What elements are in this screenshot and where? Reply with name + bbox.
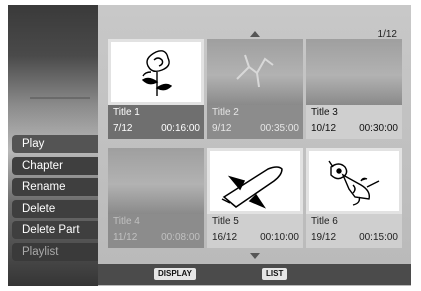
thumbnail-grid: Title 1 7/12 00:16:00 Title 2 9/12 00:35… xyxy=(108,39,403,249)
title-duration: 00:10:00 xyxy=(260,232,299,243)
title-index: 10/12 xyxy=(311,123,337,134)
display-button[interactable]: DISPLAY xyxy=(154,268,196,280)
title-tile[interactable]: Title 4 11/12 00:08:00 xyxy=(108,148,204,248)
title-meta: Title 1 7/12 00:16:00 xyxy=(108,105,204,139)
dog-icon xyxy=(306,148,402,214)
title-index: 9/12 xyxy=(212,123,232,134)
title-duration: 00:30:00 xyxy=(359,123,398,134)
shuttle-icon xyxy=(207,148,303,214)
context-menu: Play Chapter Rename Delete Delete Part P… xyxy=(12,135,98,264)
title-duration: 00:16:00 xyxy=(161,123,200,134)
title-duration: 00:15:00 xyxy=(359,232,398,243)
title-name: Title 4 xyxy=(113,216,140,227)
title-index: 16/12 xyxy=(212,232,238,243)
list-button[interactable]: LIST xyxy=(262,268,288,280)
blank-icon xyxy=(108,148,204,214)
title-tile[interactable]: Title 3 10/12 00:30:00 xyxy=(306,39,402,139)
footer-bar: DISPLAY LIST xyxy=(98,264,411,285)
title-index: 19/12 xyxy=(311,232,337,243)
title-meta: Title 6 19/12 00:15:00 xyxy=(306,214,402,248)
title-meta: Title 2 9/12 00:35:00 xyxy=(207,105,303,139)
menu-item-play[interactable]: Play xyxy=(12,135,98,153)
title-tile[interactable]: Title 1 7/12 00:16:00 xyxy=(108,39,204,139)
menu-item-delete[interactable]: Delete xyxy=(12,199,98,218)
title-name: Title 5 xyxy=(212,216,239,227)
menu-item-chapter[interactable]: Chapter xyxy=(12,156,98,175)
menu-item-playlist: Playlist xyxy=(12,242,98,261)
title-name: Title 2 xyxy=(212,107,239,118)
title-meta: Title 3 10/12 00:30:00 xyxy=(306,105,402,139)
title-duration: 00:35:00 xyxy=(260,123,299,134)
title-index: 11/12 xyxy=(113,232,138,243)
blank-icon xyxy=(306,39,402,105)
title-meta: Title 5 16/12 00:10:00 xyxy=(207,214,303,248)
menu-item-rename[interactable]: Rename xyxy=(12,178,98,196)
rose-icon xyxy=(108,39,204,105)
title-name: Title 1 xyxy=(113,107,140,118)
title-duration: 00:08:00 xyxy=(161,232,200,243)
crack-icon xyxy=(207,39,303,105)
title-index: 7/12 xyxy=(113,123,133,134)
menu-item-delete-part[interactable]: Delete Part xyxy=(12,221,98,239)
title-tile[interactable]: Title 5 16/12 00:10:00 xyxy=(207,148,303,248)
scroll-down-arrow-icon[interactable] xyxy=(249,253,260,259)
title-meta: Title 4 11/12 00:08:00 xyxy=(108,214,204,248)
title-name: Title 6 xyxy=(311,216,338,227)
divider xyxy=(30,97,90,99)
title-tile[interactable]: Title 2 9/12 00:35:00 xyxy=(207,39,303,139)
title-list-panel: 1/12 Title 1 7/12 00:16:00 Title 2 9/12 … xyxy=(98,5,411,286)
title-name: Title 3 xyxy=(311,107,338,118)
scroll-up-arrow-icon[interactable] xyxy=(249,31,260,37)
title-tile[interactable]: Title 6 19/12 00:15:00 xyxy=(306,148,402,248)
